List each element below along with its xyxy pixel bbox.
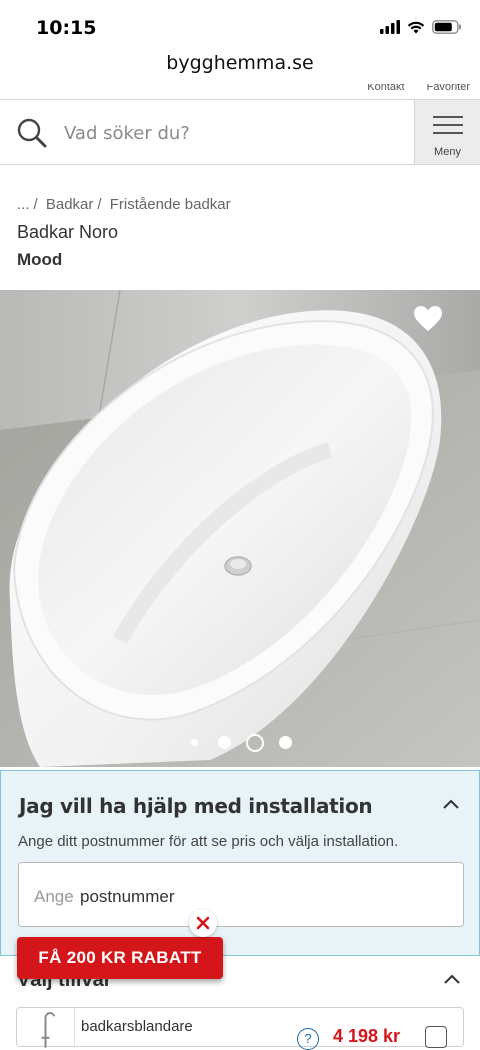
chevron-up-icon[interactable] [444,974,460,984]
promo-close-button[interactable] [189,909,217,937]
discount-promo-button[interactable]: FÅ 200 KR RABATT [17,937,223,979]
status-bar: 10:15 [0,0,480,52]
option-name: badkarsblandare [81,1018,193,1035]
postcode-placeholder: Ange [34,887,74,906]
postcode-input[interactable]: Ange postnummer [18,862,464,927]
breadcrumb-item-fristaende-badkar[interactable]: Fristående badkar [110,196,231,213]
product-brand[interactable]: Mood [17,250,62,270]
contact-link[interactable]: Kontakt [367,84,404,98]
hamburger-icon [433,116,463,134]
search-input[interactable] [64,119,394,147]
top-links: Kontakt Favoriter [367,84,470,98]
product-image-gallery[interactable] [0,290,480,767]
breadcrumb-ellipsis[interactable]: ... [17,196,30,213]
status-time: 10:15 [36,17,97,39]
postcode-value: postnummer [80,887,175,906]
promo-label: FÅ 200 KR RABATT [38,948,202,967]
url-text: bygghemma.se [166,52,314,74]
menu-button[interactable]: Meny [414,100,480,164]
chevron-up-icon[interactable] [443,799,459,809]
url-bar[interactable]: bygghemma.se [0,52,480,84]
breadcrumb: ... / Badkar / Fristående badkar [17,196,235,213]
product-image [0,290,480,767]
close-icon [196,916,210,930]
info-icon[interactable]: ? [297,1028,319,1050]
option-checkbox[interactable] [425,1026,447,1048]
menu-label: Meny [434,146,461,158]
option-card[interactable]: badkarsblandare ? 4 198 kr [16,1007,464,1050]
search-bar: Meny [0,100,480,165]
carousel-dot-active[interactable] [246,734,264,752]
product-title: Badkar Noro [17,222,119,242]
breadcrumb-separator: / [97,196,102,213]
favorites-link[interactable]: Favoriter [427,84,470,98]
faucet-thumbnail [41,1008,75,1048]
breadcrumb-separator: / [33,196,38,213]
carousel-dot[interactable] [279,736,292,749]
search-icon[interactable] [16,117,48,149]
cellular-signal-icon [380,20,400,34]
installation-description: Ange ditt postnummer för att se pris och… [18,833,399,850]
status-icons [380,20,462,34]
option-price: 4 198 kr [333,1026,401,1046]
installation-title[interactable]: Jag vill ha hjälp med installation [19,794,373,818]
favorite-heart-icon[interactable] [414,306,442,332]
carousel-dot[interactable] [191,739,198,746]
battery-icon [432,20,461,34]
wifi-icon [407,21,425,34]
installation-panel: Jag vill ha hjälp med installation Ange … [0,770,480,956]
carousel-dots [0,734,480,752]
carousel-dot[interactable] [218,736,231,749]
breadcrumb-item-badkar[interactable]: Badkar [46,196,94,213]
